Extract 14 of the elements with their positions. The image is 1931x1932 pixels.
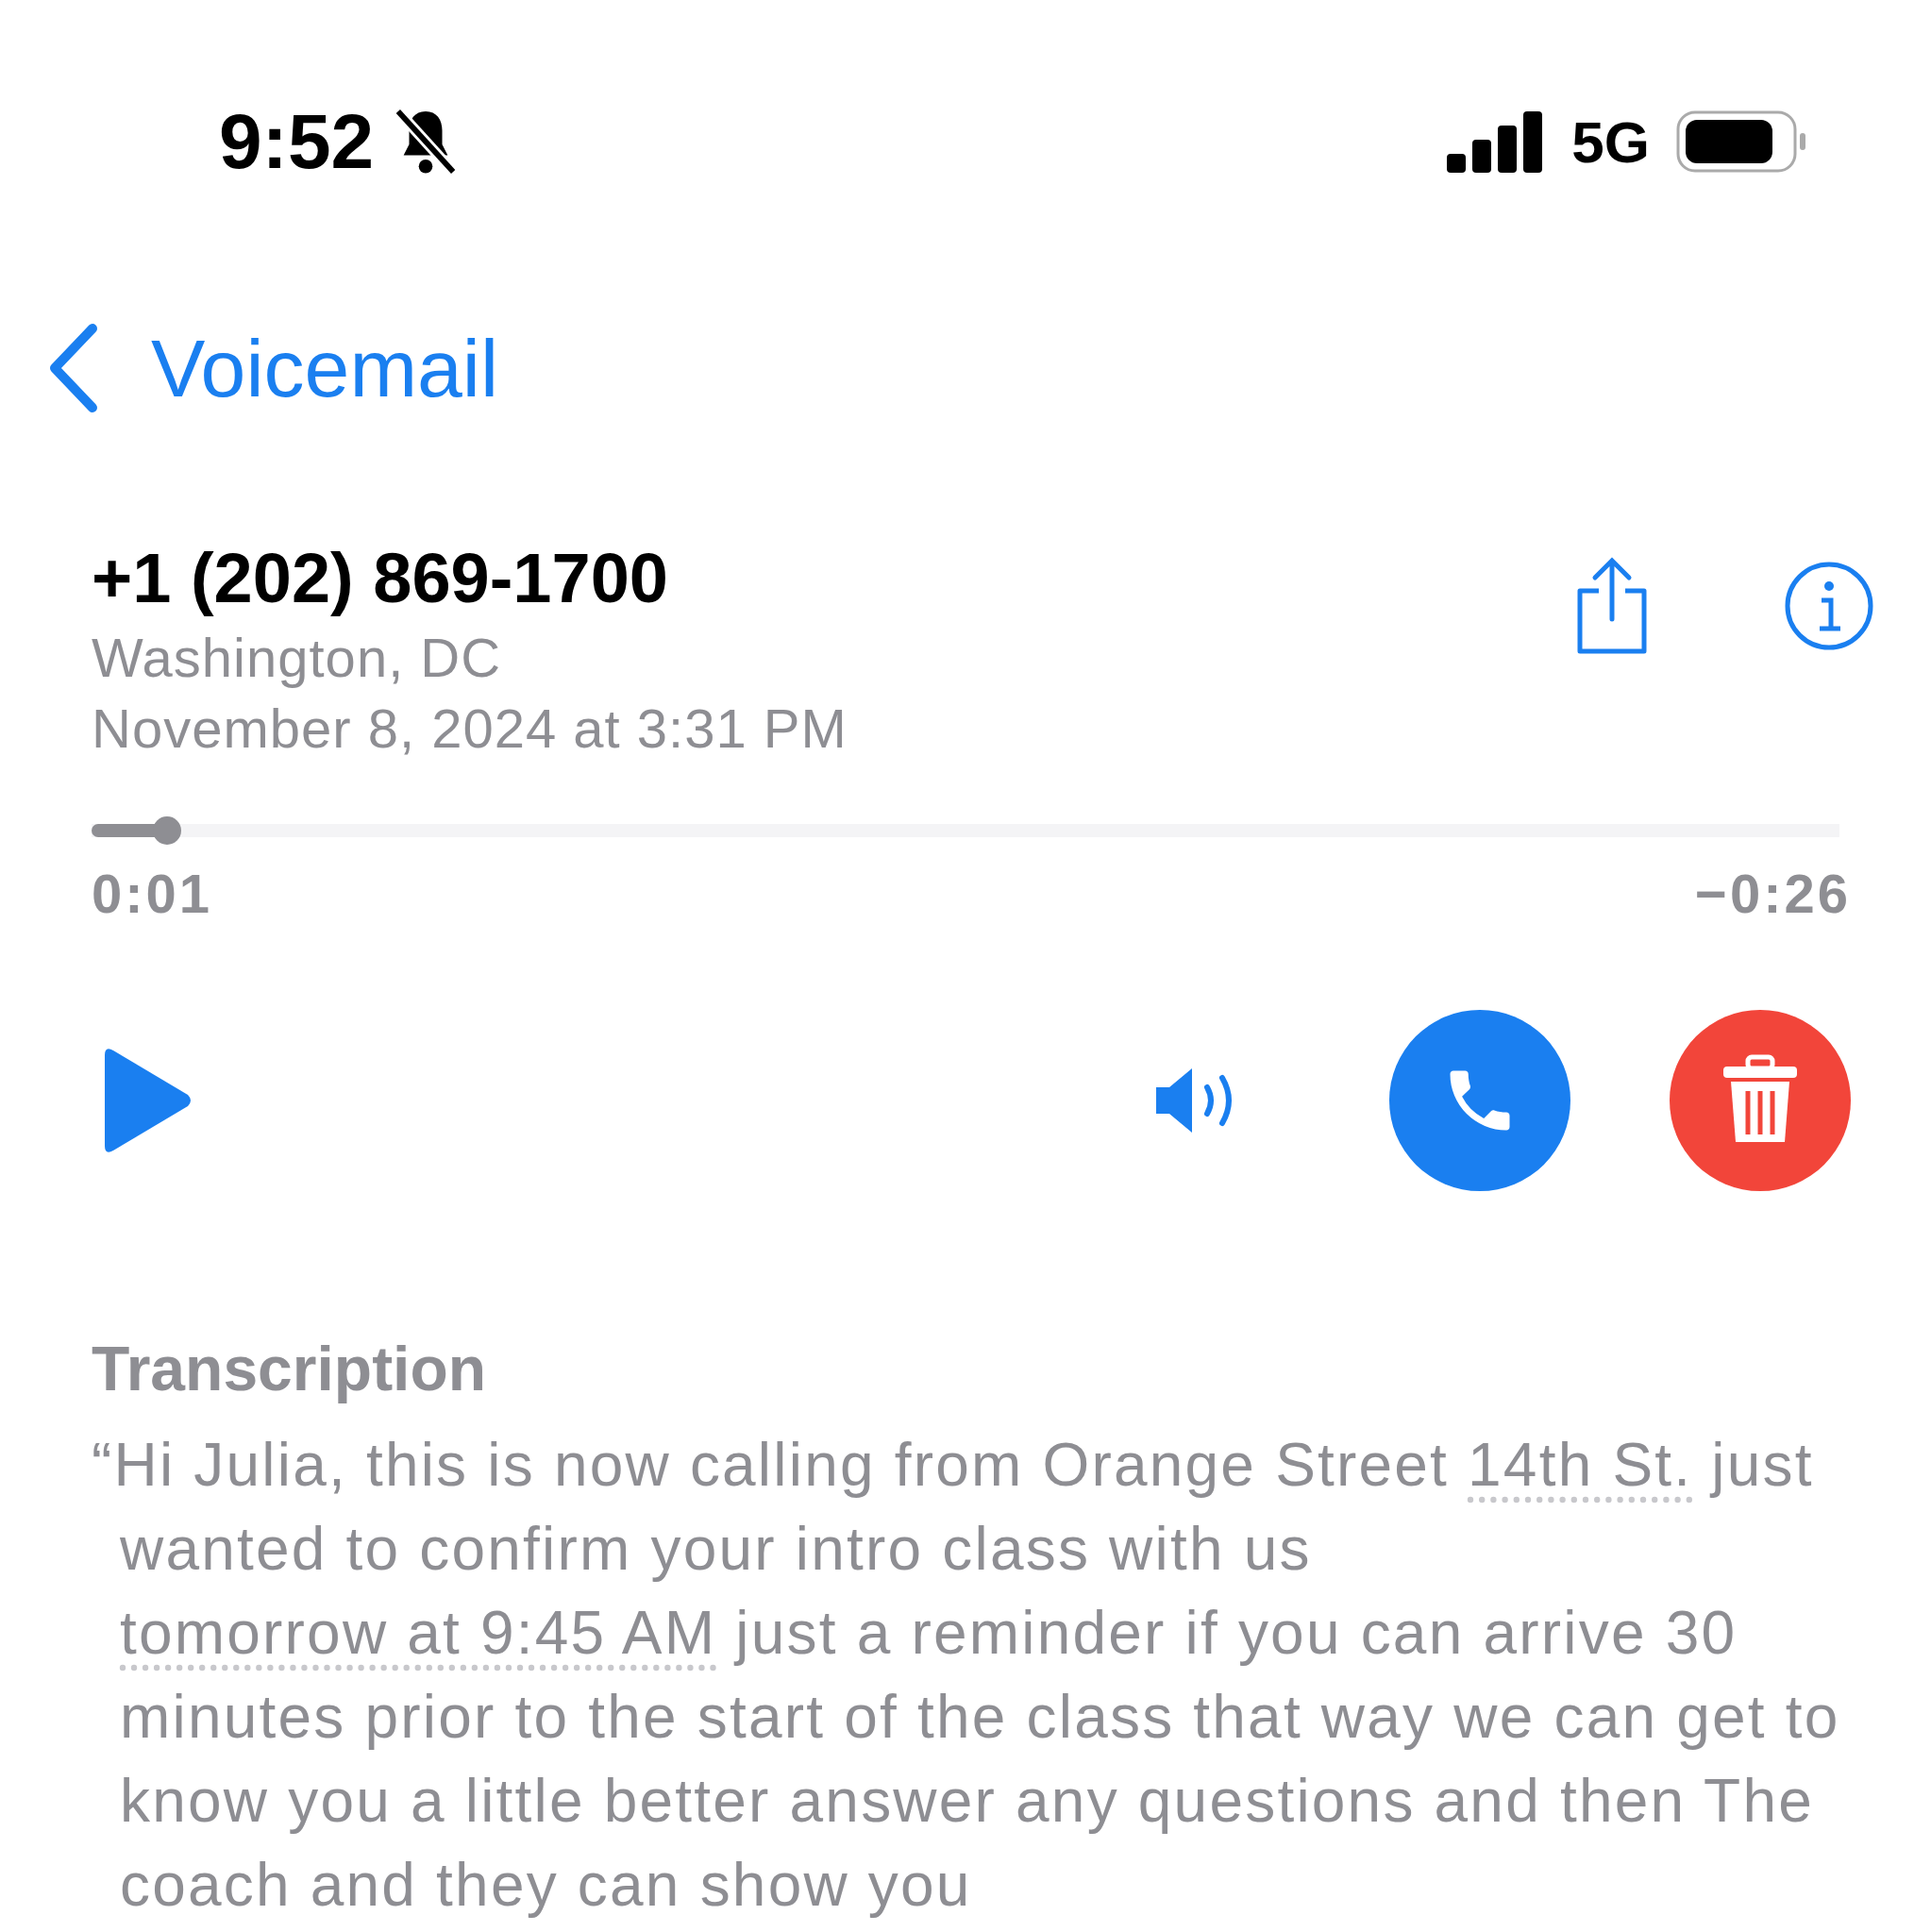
transcription-text: “Hi Julia, this is now calling from Orange Street 14th St. just wanted to confirm your intro class with us tomorrow at 9:45 AM just a reminder if you can arrive 30 minutes prior to the start of the class that way we can get to know you a little better answer any questions and then The coach and they can show you	[92, 1430, 1841, 1921]
transcription-heading: Transcription	[91, 1333, 488, 1404]
status-time: 9:52	[219, 97, 375, 186]
call-date: November 8, 2024 at 3:31 PM	[92, 697, 848, 760]
battery-icon	[1676, 110, 1808, 173]
network-label: 5G	[1571, 108, 1650, 176]
remaining-time: −0:26	[1695, 862, 1851, 925]
caller-number: +1 (202) 869-1700	[92, 538, 669, 618]
detected-link[interactable]: tomorrow at 9:45 AM	[120, 1599, 717, 1667]
elapsed-time: 0:01	[92, 862, 213, 925]
detected-link[interactable]: 14th St.	[1468, 1431, 1693, 1499]
back-button[interactable]: Voicemail	[45, 321, 499, 415]
caller-location: Washington, DC	[92, 626, 503, 689]
info-button[interactable]	[1784, 561, 1874, 651]
